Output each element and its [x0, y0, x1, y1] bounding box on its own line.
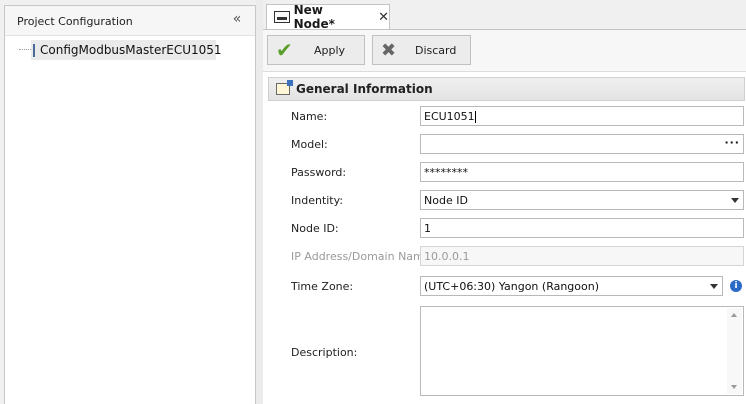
node-id-field[interactable]: 1 [420, 218, 744, 238]
panel-title: Project Configuration [17, 15, 133, 28]
password-field[interactable]: ******** [420, 162, 744, 182]
discard-button-label: Discard [415, 43, 457, 57]
password-value: ******** [424, 166, 468, 179]
identity-value: Node ID [424, 194, 468, 207]
chevron-down-icon[interactable] [710, 284, 718, 289]
collapse-panel-button[interactable]: « [229, 12, 245, 28]
identity-dropdown[interactable]: Node ID [420, 190, 744, 210]
properties-icon [276, 80, 293, 95]
checkmark-icon: ✔ [276, 38, 293, 62]
time-zone-dropdown[interactable]: (UTC+06:30) Yangon (Rangoon) [420, 276, 723, 296]
close-tab-icon[interactable]: ✕ [378, 10, 389, 25]
password-label: Password: [291, 166, 347, 179]
apply-button[interactable]: ✔ Apply [267, 35, 365, 65]
description-label: Description: [291, 346, 358, 359]
node-id-value: 1 [424, 222, 431, 235]
model-field[interactable]: ··· [420, 134, 744, 154]
panel-header: Project Configuration « [5, 6, 255, 36]
model-label: Model: [291, 138, 328, 151]
tree-node-config[interactable]: ConfigModbusMasterECU1051 [31, 40, 222, 60]
project-configuration-panel: Project Configuration « ConfigModbusMast… [4, 5, 256, 404]
chevron-down-icon[interactable] [731, 198, 739, 203]
section-title: General Information [296, 82, 433, 96]
name-value: ECU1051 [424, 110, 475, 123]
time-zone-label: Time Zone: [291, 280, 354, 293]
text-caret [474, 111, 476, 123]
window-icon [33, 43, 35, 57]
scroll-up-icon[interactable] [731, 313, 737, 317]
discard-button[interactable]: ✖ Discard [372, 35, 471, 65]
tree-node-label: ConfigModbusMasterECU1051 [40, 43, 222, 57]
description-textarea[interactable] [420, 306, 744, 396]
time-zone-value: (UTC+06:30) Yangon (Rangoon) [424, 280, 600, 293]
node-icon [274, 11, 290, 23]
ip-address-label: IP Address/Domain Name: [291, 250, 435, 263]
general-information-header[interactable]: General Information [268, 77, 745, 101]
info-icon[interactable]: i [730, 280, 742, 292]
identity-label: Indentity: [291, 194, 344, 207]
ip-address-field: 10.0.0.1 [420, 246, 744, 266]
browse-ellipsis-button[interactable]: ··· [724, 136, 740, 149]
panel-splitter[interactable] [256, 0, 263, 404]
node-id-label: Node ID: [291, 222, 339, 235]
name-field[interactable]: ECU1051 [420, 106, 744, 126]
discard-x-icon: ✖ [381, 39, 397, 61]
tab-new-node[interactable]: New Node* ✕ [266, 3, 390, 31]
apply-button-label: Apply [314, 43, 346, 57]
description-scrollbar[interactable] [727, 308, 742, 394]
tab-label: New Node* [293, 3, 335, 31]
ip-address-value: 10.0.0.1 [424, 250, 470, 263]
scroll-down-icon[interactable] [731, 385, 737, 389]
name-label: Name: [291, 110, 328, 123]
